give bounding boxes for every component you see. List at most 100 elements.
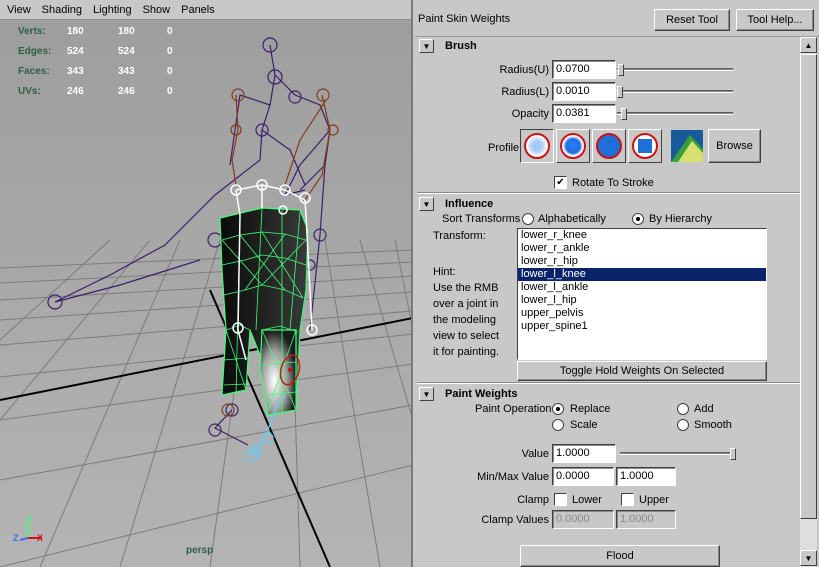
radius-l-label: Radius(L)	[501, 86, 549, 98]
sort-alphabetically-label: Alphabetically	[538, 213, 606, 225]
max-value-field[interactable]: 1.0000	[616, 467, 676, 486]
paint-weights-collapse-icon[interactable]: ▼	[419, 387, 434, 401]
menu-panels[interactable]: Panels	[181, 4, 215, 16]
list-item[interactable]: lower_l_hip	[518, 294, 766, 307]
brush-section-header[interactable]: ▼ Brush	[417, 37, 800, 55]
gaussian-brush-icon[interactable]	[520, 129, 554, 163]
hud-edges-extra: 0	[167, 46, 173, 57]
tool-title: Paint Skin Weights	[418, 13, 511, 25]
hud-edges-selected: 524	[118, 46, 135, 57]
tool-settings-scroll-area: ▼ Brush Radius(U) 0.0700 Radius(L) 0.001…	[417, 37, 800, 567]
clamp-values-label: Clamp Values	[481, 514, 549, 526]
list-item[interactable]: lower_r_ankle	[518, 242, 766, 255]
square-brush-icon[interactable]	[628, 129, 662, 163]
rotate-to-stroke-checkbox[interactable]: ✔	[554, 176, 567, 189]
clamp-upper-checkbox[interactable]	[621, 493, 634, 506]
scene-canvas[interactable]	[0, 20, 413, 567]
hud-uvs-total: 246	[67, 86, 84, 97]
influence-section-title: Influence	[445, 198, 494, 210]
paint-weights-section-header[interactable]: ▼ Paint Weights	[417, 385, 800, 403]
op-add-radio[interactable]	[677, 403, 689, 415]
radius-u-field[interactable]: 0.0700	[552, 60, 616, 79]
soft-brush-icon[interactable]	[556, 129, 590, 163]
camera-name-label: persp	[186, 545, 214, 556]
op-smooth-label: Smooth	[694, 419, 732, 431]
brush-section-title: Brush	[445, 40, 477, 52]
tool-settings-header: Paint Skin Weights Reset Tool Tool Help.…	[415, 0, 819, 37]
texture-image-icon[interactable]	[670, 129, 704, 163]
influence-section-header[interactable]: ▼ Influence	[417, 195, 800, 213]
value-slider[interactable]	[620, 448, 736, 460]
clamp-upper-label: Upper	[639, 494, 669, 506]
radius-l-slider[interactable]	[617, 86, 733, 98]
opacity-field[interactable]: 0.0381	[552, 104, 616, 123]
flood-button[interactable]: Flood	[520, 545, 720, 567]
op-smooth-radio[interactable]	[677, 419, 689, 431]
opacity-label: Opacity	[511, 108, 549, 120]
tool-settings-panel: Paint Skin Weights Reset Tool Tool Help.…	[415, 0, 819, 567]
hint-line: Hint:	[433, 266, 456, 278]
hud-faces-selected: 343	[118, 66, 135, 77]
transform-label: Transform:	[433, 230, 486, 242]
op-replace-label: Replace	[570, 403, 611, 415]
op-scale-radio[interactable]	[552, 419, 564, 431]
hint-line: it for painting.	[433, 346, 500, 358]
sort-alphabetically-radio[interactable]	[522, 213, 534, 225]
character-mesh	[219, 207, 309, 416]
hud-faces-label: Faces:	[18, 66, 50, 77]
op-replace-radio[interactable]	[552, 403, 564, 415]
clamp-lower-checkbox[interactable]	[554, 493, 567, 506]
hud-faces-total: 343	[67, 66, 84, 77]
list-item[interactable]: upper_spine1	[518, 320, 766, 333]
profile-label: Profile	[488, 142, 520, 154]
sort-by-hierarchy-radio[interactable]	[632, 213, 644, 225]
list-item[interactable]: upper_pelvis	[518, 307, 766, 320]
menu-show[interactable]: Show	[143, 4, 171, 16]
panel-scrollbar[interactable]: ▲ ▼	[800, 37, 817, 567]
radius-l-field[interactable]: 0.0010	[552, 82, 616, 101]
solid-brush-icon[interactable]	[592, 129, 626, 163]
hud-faces-extra: 0	[167, 66, 173, 77]
section-divider	[417, 192, 800, 194]
opacity-slider[interactable]	[617, 108, 733, 120]
axis-y-label: Y	[26, 514, 33, 524]
value-field[interactable]: 1.0000	[552, 444, 616, 463]
list-item[interactable]: lower_l_knee	[518, 268, 766, 281]
menu-view[interactable]: View	[7, 4, 31, 16]
list-item[interactable]: lower_l_ankle	[518, 281, 766, 294]
influence-collapse-icon[interactable]: ▼	[419, 197, 434, 211]
op-scale-label: Scale	[570, 419, 598, 431]
browse-button[interactable]: Browse	[708, 129, 761, 163]
brush-collapse-icon[interactable]: ▼	[419, 39, 434, 53]
axis-z-label: Z	[13, 533, 19, 543]
rotate-to-stroke-label: Rotate To Stroke	[572, 177, 654, 189]
list-item[interactable]: lower_r_knee	[518, 229, 766, 242]
radius-u-slider[interactable]	[617, 64, 733, 76]
reset-tool-button[interactable]: Reset Tool	[654, 9, 730, 31]
menu-lighting[interactable]: Lighting	[93, 4, 132, 16]
hud-verts-total: 180	[67, 26, 84, 37]
clamp-min-field[interactable]: 0.0000	[552, 510, 614, 529]
value-label: Value	[521, 448, 549, 460]
hud-edges-label: Edges:	[18, 46, 52, 57]
op-add-label: Add	[694, 403, 714, 415]
scrollbar-thumb[interactable]	[800, 54, 817, 519]
hud-uvs-extra: 0	[167, 86, 173, 97]
scroll-up-icon[interactable]: ▲	[800, 37, 817, 53]
menu-shading[interactable]: Shading	[42, 4, 82, 16]
tool-help-button[interactable]: Tool Help...	[736, 9, 814, 31]
viewport-menubar: View Shading Lighting Show Panels	[0, 0, 411, 20]
scroll-down-icon[interactable]: ▼	[800, 550, 817, 566]
min-value-field[interactable]: 0.0000	[552, 467, 614, 486]
hud-verts-label: Verts:	[18, 26, 46, 37]
list-item[interactable]: lower_r_hip	[518, 255, 766, 268]
maya-window: View Shading Lighting Show Panels Y X Z …	[0, 0, 819, 567]
perspective-viewport[interactable]: View Shading Lighting Show Panels Y X Z …	[0, 0, 413, 567]
toggle-hold-weights-button[interactable]: Toggle Hold Weights On Selected	[517, 361, 767, 381]
hud-edges-total: 524	[67, 46, 84, 57]
sort-transforms-label: Sort Transforms	[442, 213, 521, 225]
hint-line: view to select	[433, 330, 500, 342]
hud-uvs-selected: 246	[118, 86, 135, 97]
clamp-max-field[interactable]: 1.0000	[616, 510, 676, 529]
influence-transform-list[interactable]: lower_r_knee lower_r_ankle lower_r_hip l…	[517, 228, 767, 360]
